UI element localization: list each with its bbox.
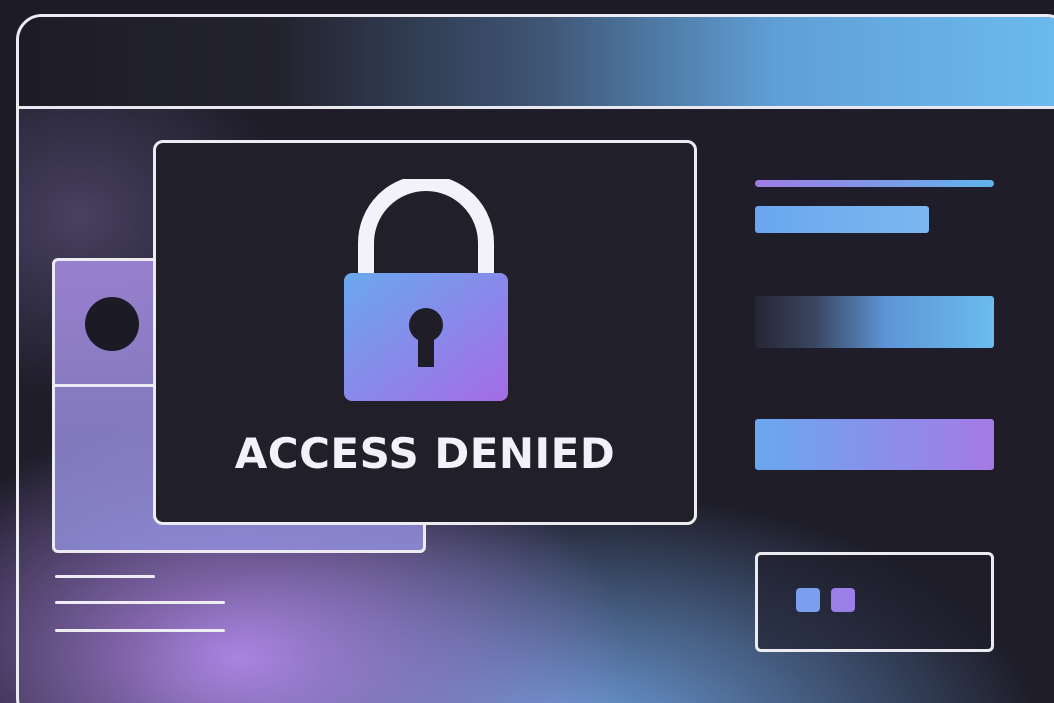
lock-icon — [344, 179, 508, 401]
square-icon — [796, 588, 820, 612]
access-denied-dialog: ACCESS DENIED — [153, 140, 697, 525]
square-icon — [831, 588, 855, 612]
text-line-placeholder — [55, 629, 225, 632]
card[interactable] — [755, 552, 994, 652]
avatar — [85, 297, 139, 351]
text-line-placeholder — [55, 575, 155, 578]
gradient-bar — [755, 296, 994, 348]
short-bar — [755, 206, 929, 233]
dialog-title: ACCESS DENIED — [234, 429, 616, 478]
divider-line — [755, 180, 994, 187]
text-line-placeholder — [55, 601, 225, 604]
gradient-bar — [755, 419, 994, 470]
screen: ACCESS DENIED — [0, 0, 1054, 703]
window-titlebar[interactable] — [19, 17, 1054, 109]
